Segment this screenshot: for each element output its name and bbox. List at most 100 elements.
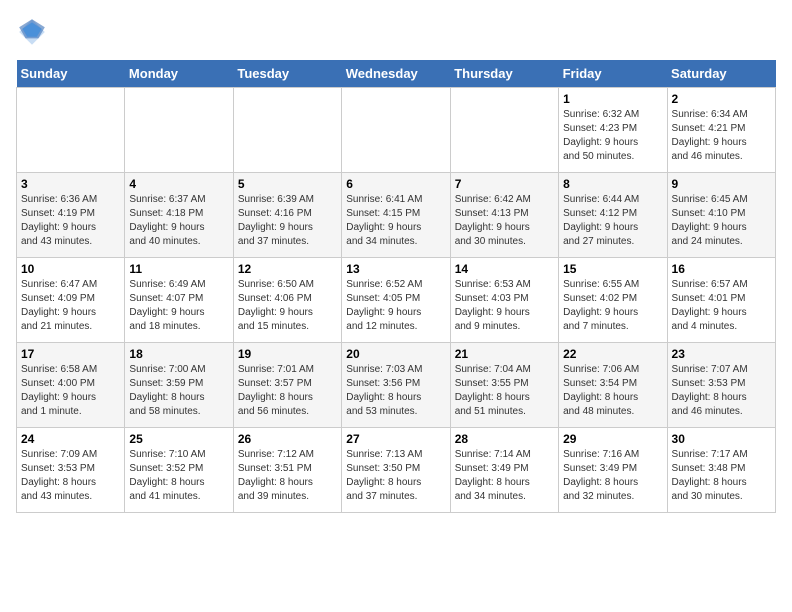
weekday-header-saturday: Saturday	[667, 60, 775, 88]
calendar-cell: 21 Sunrise: 7:04 AMSunset: 3:55 PMDayligh…	[450, 343, 558, 428]
day-info: Sunrise: 6:45 AMSunset: 4:10 PMDaylight:…	[672, 193, 771, 249]
day-number: 15	[563, 262, 662, 276]
day-info: Sunrise: 6:37 AMSunset: 4:18 PMDaylight:…	[129, 193, 228, 249]
day-number: 30	[672, 432, 771, 446]
weekday-header-row: SundayMondayTuesdayWednesdayThursdayFrid…	[17, 60, 776, 88]
day-number: 20	[346, 347, 445, 361]
day-number: 27	[346, 432, 445, 446]
day-info: Sunrise: 6:39 AMSunset: 4:16 PMDaylight:…	[238, 193, 337, 249]
calendar-cell: 14 Sunrise: 6:53 AMSunset: 4:03 PMDayligh…	[450, 258, 558, 343]
day-info: Sunrise: 6:53 AMSunset: 4:03 PMDaylight:…	[455, 278, 554, 334]
day-number: 21	[455, 347, 554, 361]
calendar-week-row: 17 Sunrise: 6:58 AMSunset: 4:00 PMDayligh…	[17, 343, 776, 428]
calendar-cell: 19 Sunrise: 7:01 AMSunset: 3:57 PMDayligh…	[233, 343, 341, 428]
day-number: 3	[21, 177, 120, 191]
day-number: 28	[455, 432, 554, 446]
calendar-cell: 5 Sunrise: 6:39 AMSunset: 4:16 PMDaylight…	[233, 173, 341, 258]
calendar-week-row: 1 Sunrise: 6:32 AMSunset: 4:23 PMDaylight…	[17, 88, 776, 173]
day-number: 12	[238, 262, 337, 276]
calendar-cell: 24 Sunrise: 7:09 AMSunset: 3:53 PMDayligh…	[17, 428, 125, 513]
calendar-week-row: 3 Sunrise: 6:36 AMSunset: 4:19 PMDaylight…	[17, 173, 776, 258]
page-header	[16, 16, 776, 48]
day-number: 22	[563, 347, 662, 361]
day-info: Sunrise: 6:58 AMSunset: 4:00 PMDaylight:…	[21, 363, 120, 419]
day-number: 16	[672, 262, 771, 276]
day-info: Sunrise: 6:52 AMSunset: 4:05 PMDaylight:…	[346, 278, 445, 334]
calendar-cell: 2 Sunrise: 6:34 AMSunset: 4:21 PMDaylight…	[667, 88, 775, 173]
day-number: 26	[238, 432, 337, 446]
day-number: 8	[563, 177, 662, 191]
calendar-week-row: 10 Sunrise: 6:47 AMSunset: 4:09 PMDayligh…	[17, 258, 776, 343]
day-number: 9	[672, 177, 771, 191]
day-info: Sunrise: 6:55 AMSunset: 4:02 PMDaylight:…	[563, 278, 662, 334]
day-info: Sunrise: 7:00 AMSunset: 3:59 PMDaylight:…	[129, 363, 228, 419]
day-info: Sunrise: 6:44 AMSunset: 4:12 PMDaylight:…	[563, 193, 662, 249]
calendar-cell: 18 Sunrise: 7:00 AMSunset: 3:59 PMDayligh…	[125, 343, 233, 428]
day-number: 18	[129, 347, 228, 361]
calendar-cell: 28 Sunrise: 7:14 AMSunset: 3:49 PMDayligh…	[450, 428, 558, 513]
day-number: 4	[129, 177, 228, 191]
weekday-header-tuesday: Tuesday	[233, 60, 341, 88]
day-info: Sunrise: 6:47 AMSunset: 4:09 PMDaylight:…	[21, 278, 120, 334]
day-number: 5	[238, 177, 337, 191]
day-info: Sunrise: 6:49 AMSunset: 4:07 PMDaylight:…	[129, 278, 228, 334]
calendar-cell: 29 Sunrise: 7:16 AMSunset: 3:49 PMDayligh…	[559, 428, 667, 513]
day-info: Sunrise: 6:42 AMSunset: 4:13 PMDaylight:…	[455, 193, 554, 249]
day-info: Sunrise: 7:09 AMSunset: 3:53 PMDaylight:…	[21, 448, 120, 504]
day-info: Sunrise: 7:12 AMSunset: 3:51 PMDaylight:…	[238, 448, 337, 504]
weekday-header-thursday: Thursday	[450, 60, 558, 88]
day-info: Sunrise: 6:34 AMSunset: 4:21 PMDaylight:…	[672, 108, 771, 164]
day-number: 29	[563, 432, 662, 446]
day-info: Sunrise: 6:50 AMSunset: 4:06 PMDaylight:…	[238, 278, 337, 334]
calendar-cell: 1 Sunrise: 6:32 AMSunset: 4:23 PMDaylight…	[559, 88, 667, 173]
calendar-cell	[125, 88, 233, 173]
calendar-cell: 12 Sunrise: 6:50 AMSunset: 4:06 PMDayligh…	[233, 258, 341, 343]
day-number: 10	[21, 262, 120, 276]
calendar-cell: 22 Sunrise: 7:06 AMSunset: 3:54 PMDayligh…	[559, 343, 667, 428]
day-info: Sunrise: 7:06 AMSunset: 3:54 PMDaylight:…	[563, 363, 662, 419]
day-info: Sunrise: 7:03 AMSunset: 3:56 PMDaylight:…	[346, 363, 445, 419]
calendar-cell: 26 Sunrise: 7:12 AMSunset: 3:51 PMDayligh…	[233, 428, 341, 513]
calendar-cell: 30 Sunrise: 7:17 AMSunset: 3:48 PMDayligh…	[667, 428, 775, 513]
day-number: 14	[455, 262, 554, 276]
day-info: Sunrise: 7:13 AMSunset: 3:50 PMDaylight:…	[346, 448, 445, 504]
day-info: Sunrise: 7:10 AMSunset: 3:52 PMDaylight:…	[129, 448, 228, 504]
day-number: 1	[563, 92, 662, 106]
calendar-table: SundayMondayTuesdayWednesdayThursdayFrid…	[16, 60, 776, 513]
weekday-header-monday: Monday	[125, 60, 233, 88]
day-info: Sunrise: 6:36 AMSunset: 4:19 PMDaylight:…	[21, 193, 120, 249]
day-info: Sunrise: 7:07 AMSunset: 3:53 PMDaylight:…	[672, 363, 771, 419]
calendar-cell: 17 Sunrise: 6:58 AMSunset: 4:00 PMDayligh…	[17, 343, 125, 428]
day-info: Sunrise: 6:32 AMSunset: 4:23 PMDaylight:…	[563, 108, 662, 164]
day-number: 17	[21, 347, 120, 361]
calendar-cell: 27 Sunrise: 7:13 AMSunset: 3:50 PMDayligh…	[342, 428, 450, 513]
day-info: Sunrise: 6:57 AMSunset: 4:01 PMDaylight:…	[672, 278, 771, 334]
day-number: 23	[672, 347, 771, 361]
day-info: Sunrise: 7:14 AMSunset: 3:49 PMDaylight:…	[455, 448, 554, 504]
calendar-cell: 16 Sunrise: 6:57 AMSunset: 4:01 PMDayligh…	[667, 258, 775, 343]
day-info: Sunrise: 7:17 AMSunset: 3:48 PMDaylight:…	[672, 448, 771, 504]
calendar-cell: 6 Sunrise: 6:41 AMSunset: 4:15 PMDaylight…	[342, 173, 450, 258]
day-number: 19	[238, 347, 337, 361]
day-info: Sunrise: 7:04 AMSunset: 3:55 PMDaylight:…	[455, 363, 554, 419]
calendar-cell	[450, 88, 558, 173]
calendar-cell: 20 Sunrise: 7:03 AMSunset: 3:56 PMDayligh…	[342, 343, 450, 428]
calendar-cell: 15 Sunrise: 6:55 AMSunset: 4:02 PMDayligh…	[559, 258, 667, 343]
day-info: Sunrise: 7:16 AMSunset: 3:49 PMDaylight:…	[563, 448, 662, 504]
day-info: Sunrise: 7:01 AMSunset: 3:57 PMDaylight:…	[238, 363, 337, 419]
day-number: 6	[346, 177, 445, 191]
weekday-header-friday: Friday	[559, 60, 667, 88]
calendar-cell	[342, 88, 450, 173]
calendar-cell: 25Sunrise: 7:10 AMSunset: 3:52 PMDayligh…	[125, 428, 233, 513]
day-number: 24	[21, 432, 120, 446]
calendar-cell: 8 Sunrise: 6:44 AMSunset: 4:12 PMDaylight…	[559, 173, 667, 258]
day-info: Sunrise: 6:41 AMSunset: 4:15 PMDaylight:…	[346, 193, 445, 249]
day-number: 2	[672, 92, 771, 106]
calendar-cell: 3 Sunrise: 6:36 AMSunset: 4:19 PMDaylight…	[17, 173, 125, 258]
calendar-cell: 7 Sunrise: 6:42 AMSunset: 4:13 PMDaylight…	[450, 173, 558, 258]
calendar-cell	[233, 88, 341, 173]
weekday-header-sunday: Sunday	[17, 60, 125, 88]
logo	[16, 16, 52, 48]
day-number: 7	[455, 177, 554, 191]
day-number: 13	[346, 262, 445, 276]
